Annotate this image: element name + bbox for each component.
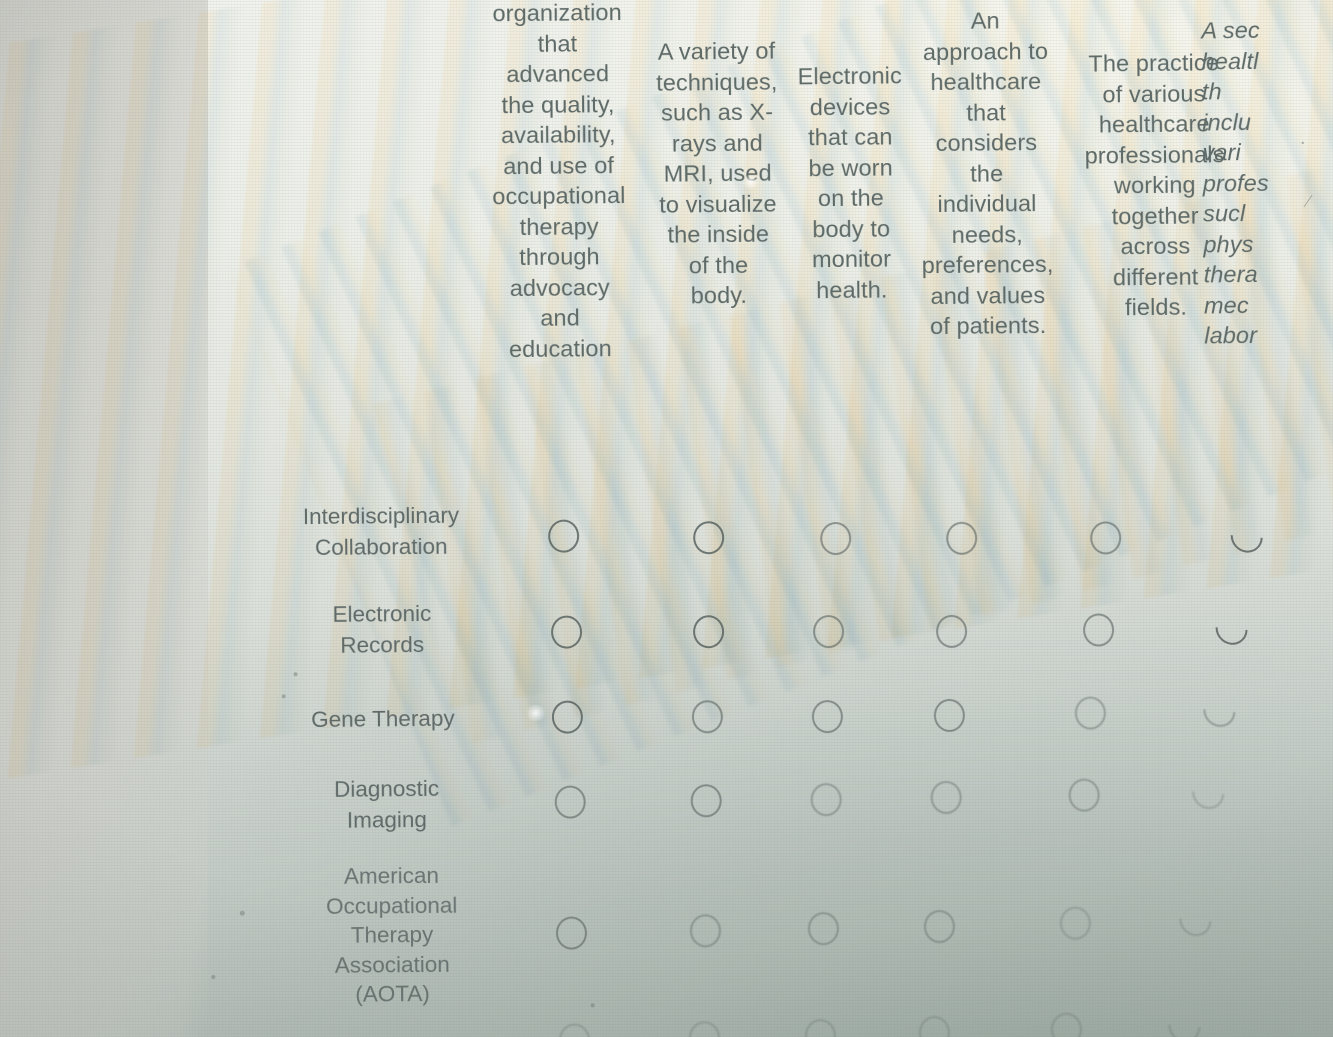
radio-electronic-records-col-1[interactable]	[550, 615, 583, 649]
row-label-interdisciplinary-collaboration: Interdisciplinary Collaboration	[302, 502, 460, 561]
radio-gene-therapy-col-1[interactable]	[551, 700, 584, 734]
radio-electronic-records-col-3[interactable]	[812, 614, 845, 649]
matrix-question-content: organization that advanced the quality, …	[0, 0, 1333, 1037]
radio-diagnostic-imaging-col-5[interactable]	[1068, 778, 1100, 812]
radio-aota-col-6-clipped[interactable]	[1172, 897, 1218, 943]
row-label-diagnostic-imaging: Diagnostic Imaging	[333, 775, 440, 833]
radio-diagnostic-imaging-col-1[interactable]	[554, 785, 586, 819]
radio-interdisciplinary-collaboration-col-3[interactable]	[820, 521, 852, 556]
stray-mark-icon: ·	[1299, 132, 1307, 155]
radio-gene-therapy-col-5[interactable]	[1074, 696, 1107, 730]
radio-aota-col-3[interactable]	[807, 912, 840, 946]
radio-clipped-bottom-col-1[interactable]	[558, 1023, 591, 1037]
radio-clipped-bottom-col-5[interactable]	[1050, 1012, 1083, 1037]
radio-diagnostic-imaging-col-4[interactable]	[930, 780, 962, 815]
screen-glare-icon	[741, 174, 760, 189]
radio-clipped-bottom-col-2[interactable]	[688, 1021, 721, 1037]
screen-glare-icon	[524, 704, 547, 722]
radio-aota-col-2[interactable]	[689, 914, 722, 948]
dust-speck-icon	[211, 974, 216, 980]
radio-electronic-records-col-5[interactable]	[1082, 613, 1115, 647]
radio-interdisciplinary-collaboration-col-4[interactable]	[946, 521, 978, 555]
dust-speck-icon	[590, 1003, 595, 1008]
dust-speck-icon	[293, 672, 298, 677]
column-header-clipped-description: A sec healtl th inclu vari profes sucl p…	[1201, 16, 1269, 349]
row-label-electronic-records: Electronic Records	[332, 600, 432, 658]
radio-clipped-bottom-col-4[interactable]	[918, 1015, 951, 1037]
radio-electronic-records-col-2[interactable]	[692, 615, 725, 649]
radio-clipped-bottom-col-6-clipped[interactable]	[1161, 1003, 1207, 1037]
dust-speck-icon	[239, 910, 245, 916]
column-header-wearable-description: Electronic devices that can be worn on t…	[797, 62, 902, 303]
radio-gene-therapy-col-2[interactable]	[691, 700, 724, 734]
column-header-aota-description: organization that advanced the quality, …	[492, 0, 626, 362]
radio-clipped-bottom-col-3[interactable]	[804, 1019, 837, 1037]
dust-speck-icon	[281, 694, 286, 699]
row-label-gene-therapy: Gene Therapy	[311, 705, 455, 733]
radio-electronic-records-col-6-clipped[interactable]	[1209, 606, 1255, 652]
column-header-diagnostic-imaging-description: A variety of techniques, such as X- rays…	[656, 37, 778, 309]
radio-aota-col-4[interactable]	[923, 909, 956, 944]
radio-diagnostic-imaging-col-6-clipped[interactable]	[1185, 770, 1231, 816]
radio-interdisciplinary-collaboration-col-6-clipped[interactable]	[1224, 513, 1270, 560]
row-label-aota: American Occupational Therapy Associatio…	[325, 862, 458, 1007]
radio-diagnostic-imaging-col-3[interactable]	[810, 782, 842, 817]
radio-aota-col-1[interactable]	[555, 916, 588, 950]
radio-interdisciplinary-collaboration-col-5[interactable]	[1090, 521, 1122, 555]
radio-gene-therapy-col-6-clipped[interactable]	[1196, 688, 1242, 734]
radio-aota-col-5[interactable]	[1059, 906, 1092, 940]
screenshot-photo-frame: organization that advanced the quality, …	[0, 0, 1333, 1037]
column-header-patient-centered-description: An approach to healthcare that considers…	[921, 7, 1054, 340]
radio-interdisciplinary-collaboration-col-1[interactable]	[548, 519, 580, 553]
radio-interdisciplinary-collaboration-col-2[interactable]	[693, 521, 725, 555]
radio-electronic-records-col-4[interactable]	[935, 614, 968, 649]
radio-gene-therapy-col-4[interactable]	[933, 698, 966, 733]
radio-diagnostic-imaging-col-2[interactable]	[690, 784, 722, 818]
radio-gene-therapy-col-3[interactable]	[811, 699, 844, 734]
